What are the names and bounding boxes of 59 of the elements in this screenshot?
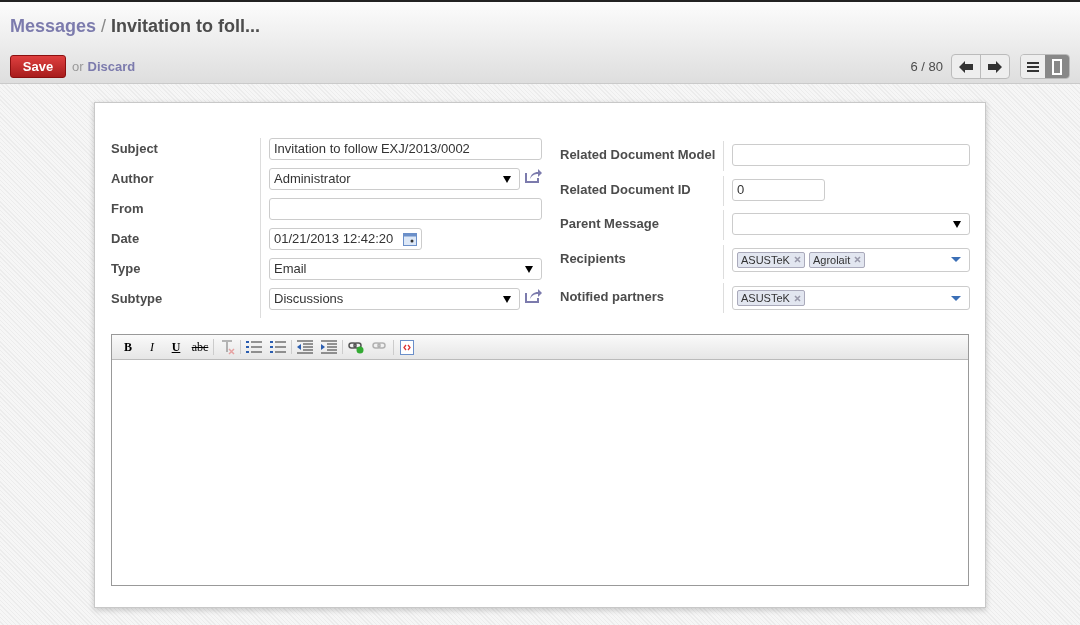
pager-text: 6 / 80 [910,57,943,76]
text-field[interactable] [269,198,542,220]
remove-icon[interactable] [854,256,862,264]
outdent-icon[interactable] [297,340,313,354]
calendar-icon[interactable] [403,232,417,246]
text-field[interactable]: 0 [732,178,825,201]
field-label: From [111,200,145,218]
tag: Agrolait [808,251,866,268]
dropdown-caret-icon[interactable] [951,295,961,301]
italic-button[interactable]: I [141,337,163,357]
field-label: Date [111,230,141,248]
bullet-list-icon[interactable] [246,340,262,354]
form-icon [1052,58,1062,75]
or-text: or [72,57,84,76]
field-label: Related Document Model [560,146,717,164]
right-arrow-icon [988,60,1002,73]
field-label: Subtype [111,290,164,308]
remove-icon[interactable] [793,256,801,264]
add-link-icon[interactable] [348,340,364,354]
list-view-button[interactable] [1021,55,1045,78]
dropdown-caret-icon [503,175,511,183]
field-label: Type [111,260,142,278]
indent-icon[interactable] [321,340,337,354]
select-field[interactable]: Email [269,258,542,280]
source-code-icon[interactable] [400,339,414,355]
dropdown-caret-icon [503,295,511,303]
dropdown-caret-icon[interactable] [951,257,961,263]
numbered-list-icon[interactable] [270,340,286,354]
html-editor[interactable]: B I U abc [111,334,969,586]
date-field[interactable]: 01/21/2013 12:42:20 [269,228,422,250]
external-link-icon[interactable] [525,168,542,183]
strikethrough-button[interactable]: abc [189,337,211,357]
field-label: Recipients [560,249,627,268]
field-label: Related Document ID [560,180,692,199]
tag: ASUSTeK [737,251,805,268]
select-field[interactable] [732,213,970,236]
field-label: Parent Message [560,215,660,234]
text-field[interactable] [732,144,970,166]
save-button[interactable]: Save [10,55,66,78]
external-link-icon[interactable] [525,288,542,303]
tags-field[interactable]: ASUSTeK Agrolait [732,247,970,272]
bold-button[interactable]: B [117,337,139,357]
tags-field[interactable]: ASUSTeK [732,286,970,311]
select-field[interactable]: Administrator [269,168,520,190]
breadcrumb-link[interactable]: Messages [10,13,97,40]
select-field[interactable]: Discussions [269,288,520,310]
field-label: Author [111,170,155,188]
field-label: Notified partners [560,288,665,307]
menu-icon [1027,61,1039,72]
remove-icon[interactable] [793,294,801,302]
record-title: Invitation to foll... [111,15,261,38]
field-label: Subject [111,140,159,158]
dropdown-caret-icon [953,220,961,228]
underline-button[interactable]: U [165,337,187,357]
left-arrow-icon [959,60,973,73]
dropdown-caret-icon [525,265,533,273]
breadcrumb-separator: / [101,15,107,38]
tag: ASUSTeK [737,290,805,307]
text-field[interactable]: Invitation to follow EXJ/2013/0002 [269,138,542,160]
